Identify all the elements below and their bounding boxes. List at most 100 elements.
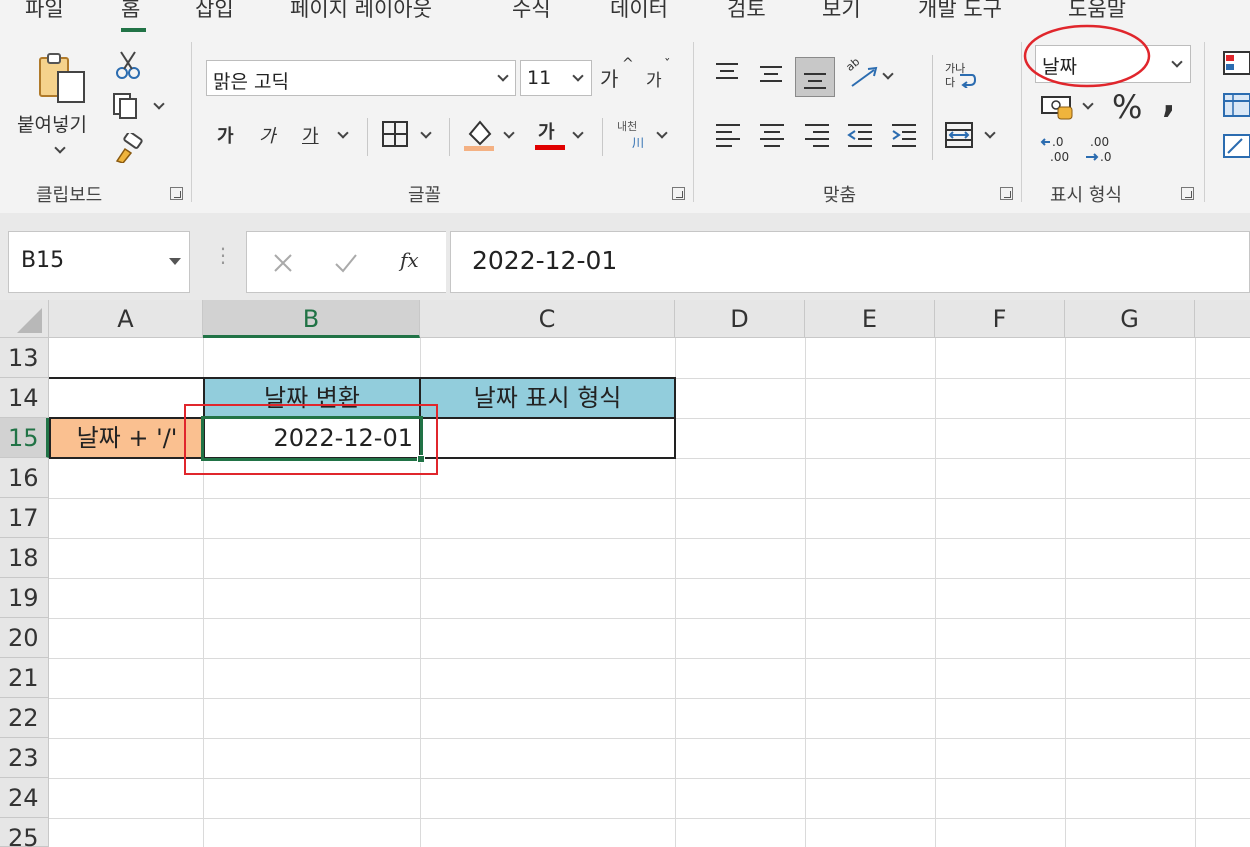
borders-icon[interactable] xyxy=(381,120,409,148)
percent-style-button[interactable]: % xyxy=(1112,88,1142,126)
decrease-indent-icon[interactable] xyxy=(846,122,874,148)
row-header-23[interactable]: 23 xyxy=(0,738,49,778)
font-launcher-icon[interactable] xyxy=(672,187,685,200)
row-header-20[interactable]: 20 xyxy=(0,618,49,658)
formula-bar-splitter-icon[interactable]: ⋮ xyxy=(213,243,233,267)
merge-dropdown-chevron-icon[interactable] xyxy=(984,127,996,139)
underline-dropdown-chevron-icon[interactable] xyxy=(337,127,349,139)
paste-label[interactable]: 붙여넣기 xyxy=(17,110,87,137)
active-tab-indicator xyxy=(121,28,146,32)
underline-button[interactable]: 가 xyxy=(302,122,319,148)
inline-separator xyxy=(367,118,368,156)
alignment-launcher-icon[interactable] xyxy=(1000,187,1013,200)
select-all-button[interactable] xyxy=(0,300,49,338)
paste-dropdown-chevron-icon[interactable] xyxy=(54,142,66,154)
column-header-e[interactable]: E xyxy=(805,300,935,338)
row-header-22[interactable]: 22 xyxy=(0,698,49,738)
column-header-b[interactable]: B xyxy=(203,300,420,338)
tab-page-layout[interactable]: 페이지 레이아웃 xyxy=(290,0,432,23)
increase-indent-icon[interactable] xyxy=(890,122,918,148)
row-header-16[interactable]: 16 xyxy=(0,458,49,498)
column-header-a[interactable]: A xyxy=(49,300,203,338)
name-box[interactable]: B15 xyxy=(8,231,190,293)
orientation-icon[interactable] xyxy=(850,66,878,88)
format-painter-icon[interactable] xyxy=(113,133,145,163)
column-header-partial[interactable] xyxy=(1195,300,1250,338)
merge-center-icon[interactable] xyxy=(944,121,974,149)
borders-dropdown-chevron-icon[interactable] xyxy=(420,127,432,139)
enter-icon[interactable] xyxy=(333,252,359,274)
row-header-13[interactable]: 13 xyxy=(0,338,49,378)
gridline xyxy=(49,658,1250,659)
column-header-c[interactable]: C xyxy=(420,300,675,338)
row-header-14[interactable]: 14 xyxy=(0,378,49,418)
copy-dropdown-chevron-icon[interactable] xyxy=(153,98,165,110)
copy-icon[interactable] xyxy=(112,92,144,120)
italic-button[interactable]: 가 xyxy=(259,122,276,148)
row-header-25[interactable]: 25 xyxy=(0,818,49,847)
tab-review[interactable]: 검토 xyxy=(727,0,766,23)
row-header-17[interactable]: 17 xyxy=(0,498,49,538)
paste-button[interactable] xyxy=(36,50,92,106)
grow-font-button[interactable]: 가 xyxy=(600,63,618,92)
increase-decimal-icon[interactable]: .0.00 xyxy=(1040,133,1074,165)
phonetic-button[interactable]: 내천 xyxy=(617,118,637,134)
font-group-label: 글꼴 xyxy=(408,185,442,206)
formula-input[interactable]: 2022-12-01 xyxy=(450,231,1250,293)
fill-color-icon[interactable] xyxy=(464,118,496,152)
comma-style-button[interactable]: , xyxy=(1162,80,1176,121)
insert-function-button[interactable]: fx xyxy=(400,248,419,272)
tab-formulas[interactable]: 수식 xyxy=(512,0,551,23)
row-header-24[interactable]: 24 xyxy=(0,778,49,818)
font-color-button[interactable]: 가 xyxy=(538,118,555,144)
phonetic-dropdown-chevron-icon[interactable] xyxy=(656,127,668,139)
tab-data[interactable]: 데이터 xyxy=(610,0,668,23)
row-header-15[interactable]: 15 xyxy=(0,418,49,458)
row-header-18[interactable]: 18 xyxy=(0,538,49,578)
row-header-19[interactable]: 19 xyxy=(0,578,49,618)
ribbon: 파일 홈 삽입 페이지 레이아웃 수식 데이터 검토 보기 개발 도구 도움말 … xyxy=(0,0,1250,213)
align-middle-icon[interactable] xyxy=(758,62,784,84)
tab-file[interactable]: 파일 xyxy=(25,0,64,23)
cut-icon[interactable] xyxy=(114,50,142,80)
shrink-font-button[interactable]: 가 xyxy=(646,66,662,91)
align-left-icon[interactable] xyxy=(714,122,742,148)
font-color-dropdown-chevron-icon[interactable] xyxy=(572,127,584,139)
number-launcher-icon[interactable] xyxy=(1181,187,1194,200)
annotation-ellipse xyxy=(1023,24,1151,88)
accounting-dropdown-chevron-icon[interactable] xyxy=(1082,98,1094,110)
bold-button[interactable]: 가 xyxy=(217,122,234,148)
tab-insert[interactable]: 삽입 xyxy=(195,0,234,23)
column-header-d[interactable]: D xyxy=(675,300,805,338)
accounting-format-icon[interactable] xyxy=(1040,93,1076,121)
tab-home[interactable]: 홈 xyxy=(121,0,140,23)
conditional-formatting-icon[interactable] xyxy=(1222,50,1250,76)
inline-separator xyxy=(932,55,933,160)
clipboard-group-label: 클립보드 xyxy=(36,185,103,206)
group-separator xyxy=(191,42,192,202)
font-size-dropdown[interactable]: 11 xyxy=(520,60,592,96)
align-right-icon[interactable] xyxy=(803,122,831,148)
format-as-table-icon[interactable] xyxy=(1222,92,1250,118)
tab-view[interactable]: 보기 xyxy=(822,0,861,23)
cancel-icon[interactable] xyxy=(272,252,294,274)
row-header-21[interactable]: 21 xyxy=(0,658,49,698)
align-top-icon[interactable] xyxy=(714,62,740,84)
clipboard-launcher-icon[interactable] xyxy=(170,187,183,200)
orientation-dropdown-chevron-icon[interactable] xyxy=(882,68,894,80)
cell-a15[interactable]: 날짜 + '/' xyxy=(49,417,205,459)
align-center-icon[interactable] xyxy=(758,122,786,148)
column-header-f[interactable]: F xyxy=(935,300,1065,338)
tab-developer[interactable]: 개발 도구 xyxy=(918,0,1002,23)
decrease-decimal-icon[interactable]: .00.0 xyxy=(1084,133,1118,165)
inline-separator xyxy=(602,118,603,156)
align-bottom-button[interactable] xyxy=(795,57,835,97)
cell-c14[interactable]: 날짜 표시 형식 xyxy=(419,377,676,419)
cell-styles-icon[interactable] xyxy=(1222,133,1250,159)
svg-text:.00: .00 xyxy=(1050,150,1069,164)
fill-color-dropdown-chevron-icon[interactable] xyxy=(503,127,515,139)
cell-c15[interactable] xyxy=(419,417,676,459)
column-header-g[interactable]: G xyxy=(1065,300,1195,338)
name-box-dropdown-icon[interactable] xyxy=(169,258,181,266)
font-name-dropdown[interactable]: 맑은 고딕 xyxy=(206,60,516,96)
